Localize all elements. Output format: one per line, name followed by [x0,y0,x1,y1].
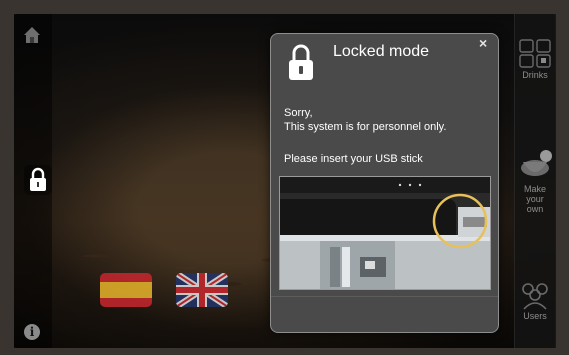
message-line-2: This system is for personnel only. [284,121,447,133]
nav-users-label: Users [523,311,547,321]
nav-users[interactable]: Users [515,281,555,321]
nav-make-label-2: own [526,204,544,214]
users-icon [522,283,548,310]
nav-drinks[interactable]: Drinks [515,38,555,80]
nav-drinks-label: Drinks [522,70,548,80]
info-icon[interactable]: i [24,324,40,340]
locked-mode-dialog: Locked mode × Sorry, This system is for … [270,33,499,333]
dialog-divider [271,296,498,297]
lock-icon [289,44,313,80]
cup-icon [521,150,552,176]
message-line-1: Sorry, [284,107,313,119]
home-icon[interactable] [22,25,42,45]
close-icon[interactable]: × [479,35,487,51]
spanish-flag[interactable] [100,273,152,307]
usb-instruction: Please insert your USB stick [284,153,423,165]
nav-make-label-1: Make your [523,184,546,204]
dialog-title: Locked mode [333,43,430,60]
lock-icon[interactable] [24,165,52,195]
usb-port-photo [279,176,491,290]
nav-make-your-own[interactable]: Make your own [515,148,555,214]
uk-flag[interactable] [176,273,228,307]
grid-cup-icon [519,39,551,68]
